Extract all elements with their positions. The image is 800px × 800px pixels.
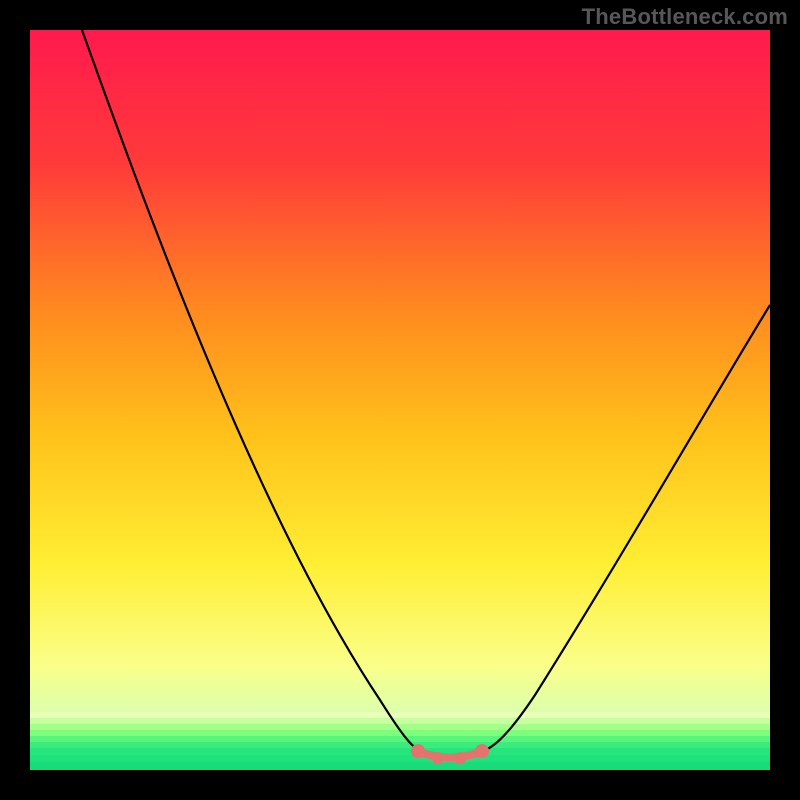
chart-frame: TheBottleneck.com <box>0 0 800 800</box>
green-bands <box>30 712 770 770</box>
plot-area <box>30 30 770 770</box>
trough-dot-mid1 <box>432 752 444 764</box>
trough-dot-left <box>411 744 425 758</box>
trough-dot-right <box>475 744 489 758</box>
watermark-text: TheBottleneck.com <box>582 4 788 30</box>
trough-dot-mid2 <box>454 752 466 764</box>
chart-svg <box>0 0 800 800</box>
